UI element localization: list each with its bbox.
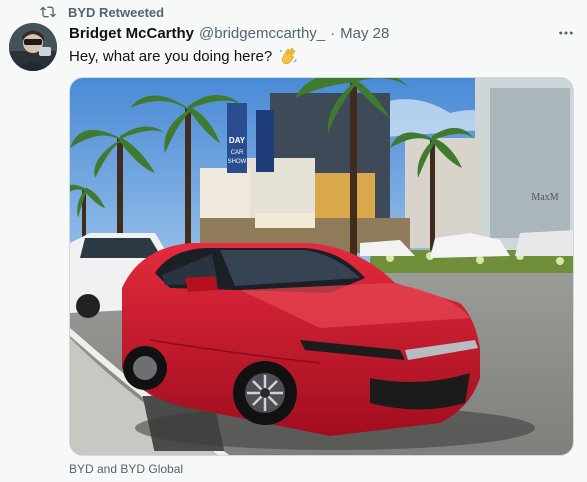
store-sign: MaxM <box>531 192 558 203</box>
waving-hand-emoji-icon <box>279 48 297 65</box>
car-photo-illustration: DAY CAR SHOW MaxM <box>70 78 573 455</box>
tweet-card[interactable]: BYD Retweeted Bridget McCarthy @bridgemc… <box>0 0 587 482</box>
author-name[interactable]: Bridget McCarthy <box>69 25 194 42</box>
retweet-indicator[interactable]: BYD Retweeted <box>40 3 164 21</box>
banner-show: SHOW <box>228 159 247 165</box>
separator: · <box>330 25 336 42</box>
retweet-label: BYD Retweeted <box>68 4 165 20</box>
more-options-button[interactable] <box>555 24 577 42</box>
avatar[interactable] <box>9 23 57 71</box>
banner-day: DAY <box>229 136 246 145</box>
retweet-icon <box>40 6 56 18</box>
banner-car: CAR <box>231 150 244 156</box>
author-handle[interactable]: @bridgemccarthy_ <box>199 25 325 42</box>
tweet-text: Hey, what are you doing here? <box>69 47 273 65</box>
tweet-photo[interactable]: DAY CAR SHOW MaxM <box>69 77 574 456</box>
tagged-accounts[interactable]: BYD and BYD Global <box>69 462 183 476</box>
tweet-date[interactable]: May 28 <box>340 25 389 42</box>
more-icon <box>559 31 573 35</box>
